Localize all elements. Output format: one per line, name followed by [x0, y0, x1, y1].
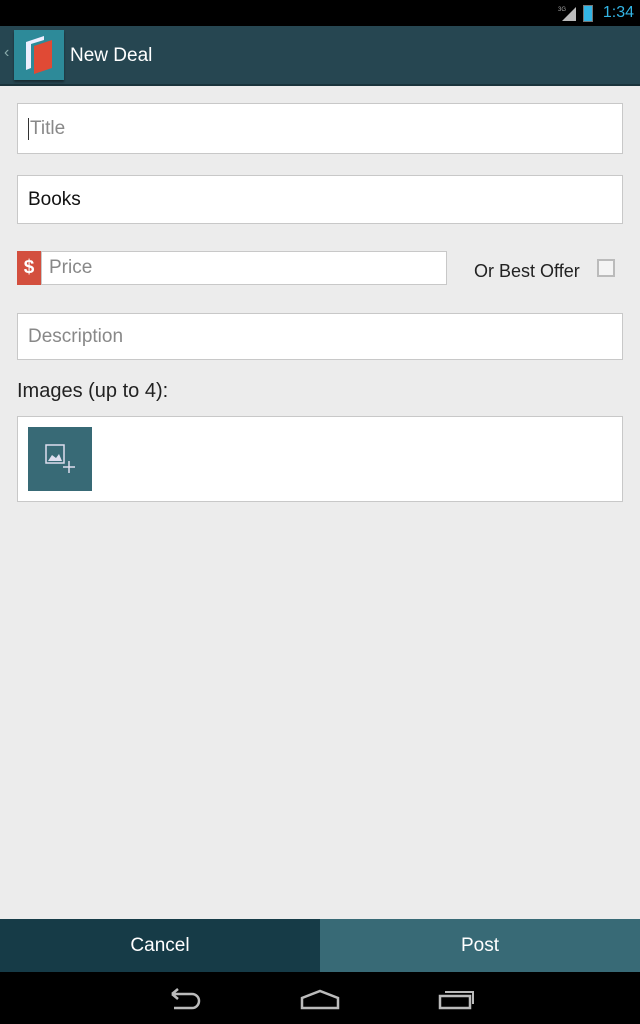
post-button[interactable]: Post: [320, 919, 640, 972]
price-placeholder: Price: [49, 257, 93, 278]
up-chevron-icon[interactable]: ‹: [4, 44, 9, 62]
description-placeholder: Description: [28, 325, 124, 347]
or-best-offer-checkbox[interactable]: [597, 259, 615, 277]
title-placeholder: Title: [30, 117, 66, 139]
category-select[interactable]: Books: [17, 175, 623, 224]
clock: 1:34: [602, 4, 634, 21]
network-type-label: 3G: [558, 7, 566, 13]
add-image-icon: [45, 444, 75, 473]
or-best-offer-label: Or Best Offer: [474, 261, 580, 281]
home-icon[interactable]: [299, 988, 341, 1010]
add-image-button[interactable]: [28, 427, 92, 491]
app-logo-icon[interactable]: [14, 30, 64, 80]
status-bar: 3G 1:34: [0, 0, 640, 26]
action-bar: ‹ New Deal: [0, 26, 640, 86]
back-icon[interactable]: [164, 988, 204, 1010]
dollar-icon: $: [17, 251, 41, 285]
title-input[interactable]: Title: [17, 103, 623, 154]
price-input[interactable]: Price: [41, 251, 447, 285]
text-cursor: [28, 117, 29, 140]
signal-icon: 3G: [558, 7, 576, 21]
cancel-button[interactable]: Cancel: [0, 919, 320, 972]
page-title: New Deal: [70, 45, 153, 66]
battery-icon: [583, 5, 593, 22]
images-container: [17, 416, 623, 502]
navigation-bar: [0, 972, 640, 1024]
recent-apps-icon[interactable]: [437, 988, 477, 1010]
category-value: Books: [28, 188, 81, 210]
images-label: Images (up to 4):: [17, 380, 169, 402]
description-input[interactable]: Description: [17, 313, 623, 360]
